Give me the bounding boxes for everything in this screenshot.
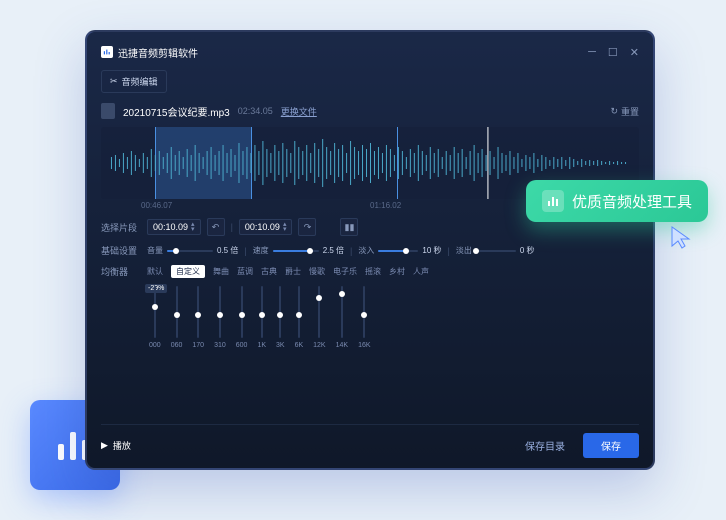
fadein-label: 淡入 [358,245,374,256]
volume-value: 0.5 倍 [217,245,238,256]
play-button[interactable]: ▶ 播放 [101,439,131,452]
eq-band-label: 16K [358,342,370,349]
eq-band-label: 170 [192,342,204,349]
maximize-button[interactable]: ☐ [608,46,618,59]
scissors-icon: ✂ [110,76,118,87]
reset-label: 重置 [621,105,639,118]
eq-band-060[interactable]: 060 [171,286,183,349]
volume-slider[interactable] [167,250,213,252]
badge-eq-icon [542,190,564,212]
eq-band-000[interactable]: 000 [149,286,161,349]
eq-band-label: 1K [257,342,266,349]
eq-band-label: 14K [336,342,348,349]
settings-label: 基础设置 [101,244,141,257]
file-duration: 02:34.05 [238,106,273,116]
eq-preset-0[interactable]: 默认 [147,266,163,277]
save-directory-button[interactable]: 保存目录 [515,433,575,458]
eq-band-label: 600 [236,342,248,349]
eq-band-3K[interactable]: 3K [276,286,285,349]
speed-value: 2.5 倍 [323,245,344,256]
eq-band-label: 12K [313,342,325,349]
eq-preset-2[interactable]: 舞曲 [213,266,229,277]
eq-preset-5[interactable]: 爵士 [285,266,301,277]
eq-band-label: 6K [295,342,304,349]
eq-band-1K[interactable]: 1K [257,286,266,349]
cursor-icon [668,224,696,252]
eq-label: 均衡器 [101,265,141,278]
app-window: 迅捷音频剪辑软件 ─ ☐ ✕ ✂ 音频编辑 20210715会议纪要.mp3 0… [85,30,655,470]
eq-band-label: 310 [214,342,226,349]
section-label: 选择片段 [101,221,141,234]
eq-band-14K[interactable]: 14K [336,286,348,349]
start-stepper[interactable]: ▴▾ [191,222,195,232]
split-button[interactable]: ▮▮ [340,218,358,236]
eq-preset-3[interactable]: 蓝调 [237,266,253,277]
eq-band-16K[interactable]: 16K [358,286,370,349]
eq-preset-9[interactable]: 乡村 [389,266,405,277]
eq-band-600[interactable]: 600 [236,286,248,349]
eq-preset-7[interactable]: 电子乐 [333,266,357,277]
end-time-field[interactable]: 00:10.09 ▴▾ [239,219,293,235]
start-time-field[interactable]: 00:10.09 ▴▾ [147,219,201,235]
file-name: 20210715会议纪要.mp3 [123,104,230,119]
tab-label: 音频编辑 [122,75,158,88]
titlebar: 迅捷音频剪辑软件 ─ ☐ ✕ [101,42,639,62]
close-button[interactable]: ✕ [630,46,639,59]
fadeout-label: 淡出 [456,245,472,256]
reset-icon: ↻ [610,106,618,117]
eq-band-label: 000 [149,342,161,349]
speed-label: 速度 [253,245,269,256]
eq-band-170[interactable]: 170 [192,286,204,349]
app-logo-icon [101,46,113,58]
replace-file-link[interactable]: 更换文件 [281,105,317,118]
eq-band-label: 3K [276,342,285,349]
speed-slider[interactable] [273,250,319,252]
volume-label: 音量 [147,245,163,256]
fadein-value: 10 秒 [422,245,441,256]
eq-band-310[interactable]: 310 [214,286,226,349]
playhead[interactable] [397,127,398,199]
eq-band-label: 060 [171,342,183,349]
promo-badge: 优质音频处理工具 [526,180,708,222]
file-icon [101,103,115,119]
play-icon: ▶ [101,440,108,451]
eq-preset-6[interactable]: 慢歌 [309,266,325,277]
reset-button[interactable]: ↻ 重置 [610,105,639,118]
timeline-label-2: 01:16.02 [370,201,401,210]
eq-band-6K[interactable]: 6K [295,286,304,349]
timeline-label-1: 00:46.07 [141,201,172,210]
eq-preset-8[interactable]: 摇滚 [365,266,381,277]
eq-preset-10[interactable]: 人声 [413,266,429,277]
tab-audio-edit[interactable]: ✂ 音频编辑 [101,70,167,93]
minimize-button[interactable]: ─ [588,46,596,59]
undo-button[interactable]: ↶ [207,218,225,236]
eq-tooltip: -29% [145,284,167,293]
fadeout-slider[interactable] [476,250,516,252]
end-stepper[interactable]: ▴▾ [283,222,287,232]
save-button[interactable]: 保存 [583,433,639,458]
badge-text: 优质音频处理工具 [572,191,692,212]
app-title: 迅捷音频剪辑软件 [118,45,198,60]
play-label: 播放 [113,439,131,452]
eq-preset-4[interactable]: 古典 [261,266,277,277]
eq-band-12K[interactable]: 12K [313,286,325,349]
redo-button[interactable]: ↷ [298,218,316,236]
time-marker[interactable]: 01:26.04 [469,127,508,199]
eq-preset-1[interactable]: 自定义 [171,265,205,278]
fadeout-value: 0 秒 [520,245,535,256]
fadein-slider[interactable] [378,250,418,252]
